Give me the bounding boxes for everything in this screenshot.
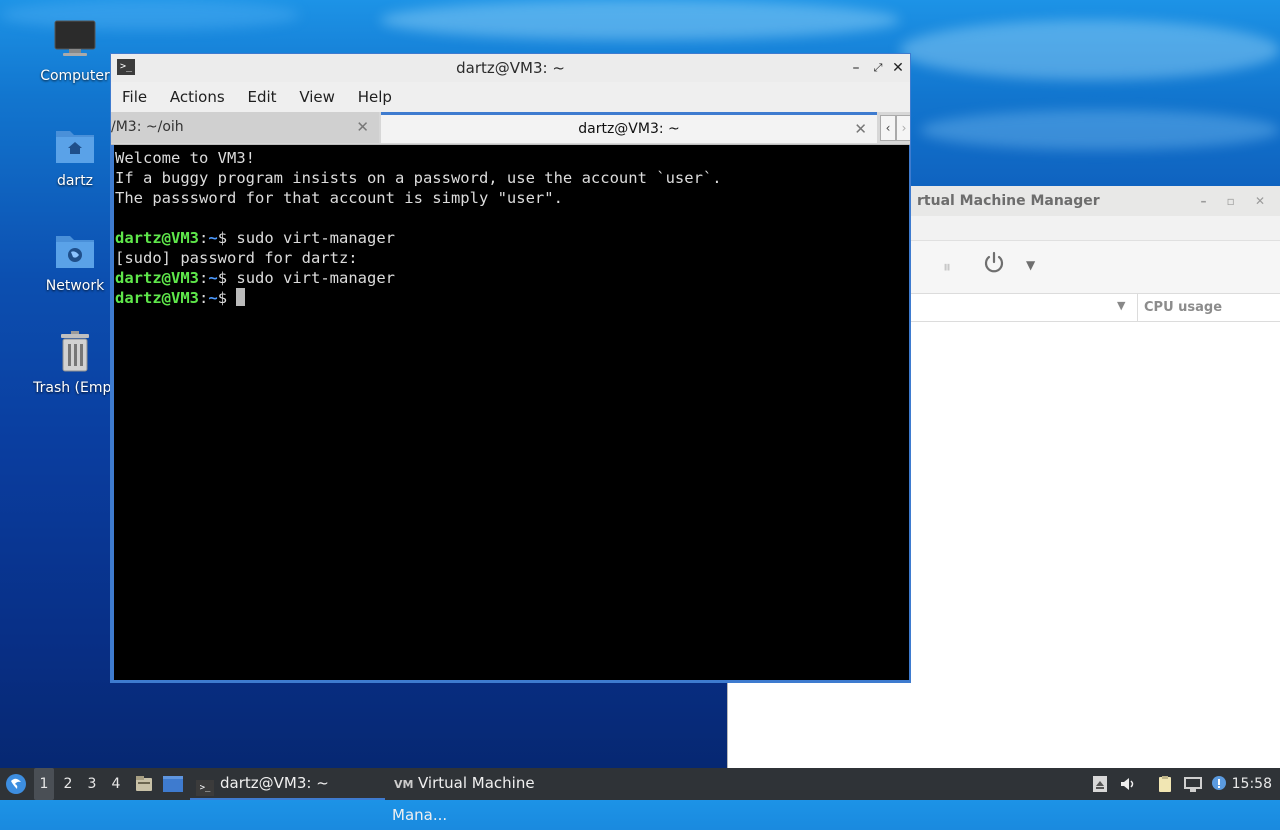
vmm-title: rtual Machine Manager: [917, 193, 1100, 209]
prompt-user: dartz@VM3: [115, 269, 199, 287]
workspace-2[interactable]: 2: [58, 768, 78, 800]
tab-scroll-left-button[interactable]: ‹: [880, 115, 896, 141]
clock[interactable]: 15:58: [1232, 768, 1272, 800]
prompt-end: $: [217, 229, 237, 247]
file-manager-icon[interactable]: [134, 774, 154, 798]
menu-actions[interactable]: Actions: [161, 82, 234, 112]
prompt-path: ~: [208, 289, 218, 307]
terminal-tabbar: /M3: ~/oih ✕ dartz@VM3: ~ ✕ ‹ ›: [111, 112, 910, 145]
terminal-menubar: File Actions Edit View Help: [111, 82, 910, 112]
command-text: sudo virt-manager: [236, 269, 395, 287]
close-button[interactable]: ✕: [888, 54, 908, 82]
taskbar: 1 2 3 4 >_ dartz@VM3: ~ VM Virtual Machine…: [0, 768, 1280, 824]
workspace-4[interactable]: 4: [106, 768, 126, 800]
vmm-window-controls[interactable]: – ▫ ✕: [1200, 186, 1273, 216]
tab-scroll-right-button[interactable]: ›: [896, 115, 910, 141]
monitor-icon: [53, 18, 97, 62]
prompt-sep: :: [199, 229, 209, 247]
volume-icon[interactable]: [1119, 775, 1137, 793]
text-cursor: [236, 288, 246, 306]
terminal-app-icon: >_: [117, 59, 135, 75]
show-desktop-icon[interactable]: [162, 775, 184, 797]
menu-view[interactable]: View: [290, 82, 344, 112]
terminal-titlebar[interactable]: >_ dartz@VM3: ~ – ⤢ ✕: [111, 54, 910, 82]
network-folder-icon: [53, 228, 97, 272]
power-icon[interactable]: [981, 250, 1007, 280]
desktop-icon-home[interactable]: dartz: [27, 123, 123, 189]
prompt-end: $: [217, 289, 237, 307]
trash-icon: [53, 330, 97, 374]
sort-arrow-icon[interactable]: ▼: [1117, 299, 1125, 312]
desktop-icon-label: dartz: [56, 173, 94, 189]
vmm-app-icon: VM: [394, 778, 414, 791]
chevron-down-icon[interactable]: ▼: [1026, 258, 1035, 272]
home-folder-icon: [53, 123, 97, 167]
column-cpu-usage[interactable]: CPU usage: [1144, 300, 1222, 315]
desktop-icon-label: Computer: [40, 68, 110, 84]
clipboard-icon[interactable]: [1156, 775, 1174, 793]
taskbar-task-terminal[interactable]: >_ dartz@VM3: ~: [190, 768, 385, 800]
command-text: sudo virt-manager: [236, 229, 395, 247]
terminal-output[interactable]: Welcome to VM3! If a buggy program insis…: [114, 145, 909, 680]
menu-file[interactable]: File: [113, 82, 156, 112]
workspace-3[interactable]: 3: [82, 768, 102, 800]
desktop-icon-computer[interactable]: Computer: [27, 18, 123, 84]
prompt-user: dartz@VM3: [115, 289, 199, 307]
prompt-end: $: [217, 269, 237, 287]
menu-edit[interactable]: Edit: [238, 82, 285, 112]
close-tab-icon[interactable]: ✕: [356, 112, 369, 143]
pause-icon[interactable]: ⏸: [943, 257, 951, 277]
output-line: The passsword for that account is simply…: [115, 189, 563, 207]
taskbar-task-vmm[interactable]: VM Virtual Machine Mana...: [392, 768, 592, 824]
task-label: dartz@VM3: ~: [220, 774, 329, 792]
desktop-icon-network[interactable]: Network: [27, 228, 123, 294]
prompt-sep: :: [199, 269, 209, 287]
prompt-path: ~: [208, 269, 218, 287]
tab-home[interactable]: dartz@VM3: ~ ✕: [381, 112, 877, 143]
network-status-icon[interactable]: [1183, 775, 1202, 793]
desktop-icon-label: Trash (Empt: [33, 380, 117, 396]
prompt-sep: :: [199, 289, 209, 307]
close-tab-icon[interactable]: ✕: [854, 115, 867, 143]
notification-icon[interactable]: [1210, 775, 1228, 793]
desktop-icon-label: Network: [45, 278, 105, 294]
workspace-1[interactable]: 1: [34, 768, 54, 800]
output-line: [sudo] password for dartz:: [115, 249, 358, 267]
terminal-title: dartz@VM3: ~: [456, 59, 565, 77]
tab-oih[interactable]: /M3: ~/oih ✕: [111, 112, 379, 143]
tab-label: dartz@VM3: ~: [578, 121, 680, 137]
prompt-path: ~: [208, 229, 218, 247]
eject-icon[interactable]: [1091, 775, 1109, 793]
prompt-user: dartz@VM3: [115, 229, 199, 247]
terminal-window[interactable]: >_ dartz@VM3: ~ – ⤢ ✕ File Actions Edit …: [110, 53, 911, 683]
terminal-app-icon: >_: [196, 780, 214, 796]
output-line: If a buggy program insists on a password…: [115, 169, 722, 187]
menu-help[interactable]: Help: [349, 82, 401, 112]
desktop-icon-trash[interactable]: Trash (Empt: [27, 330, 123, 396]
maximize-button[interactable]: ⤢: [868, 54, 888, 82]
output-line: Welcome to VM3!: [115, 149, 255, 167]
minimize-button[interactable]: –: [846, 54, 866, 82]
start-menu-icon[interactable]: [5, 773, 27, 799]
tab-label: /M3: ~/oih: [111, 119, 184, 135]
